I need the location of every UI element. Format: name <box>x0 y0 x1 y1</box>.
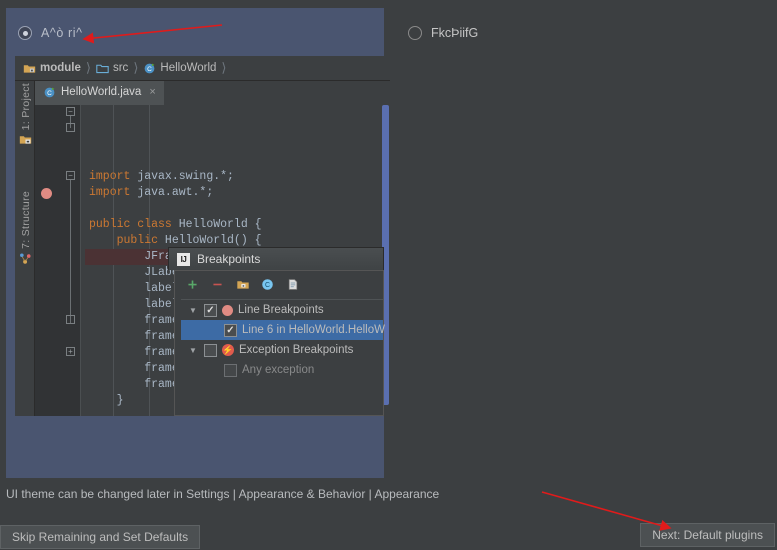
svg-text:C: C <box>47 89 52 96</box>
breakpoint-checkbox[interactable]: ✓ <box>224 363 237 377</box>
dark-theme-radio[interactable] <box>18 26 32 40</box>
copy-icon: C <box>262 278 273 290</box>
fold-end-icon[interactable] <box>66 123 75 132</box>
dark-theme-radio-row[interactable]: A^ò ri^ <box>18 26 83 40</box>
breakpoint-row-label: Line Breakpoints <box>238 304 324 316</box>
breakpoint-row-label: Any exception <box>242 364 315 376</box>
fold-region-line <box>70 180 71 323</box>
sidebar-item-structure-label: 7: Structure <box>19 191 32 249</box>
editor-gutter[interactable]: − − + <box>35 105 81 416</box>
code-line: public class HelloWorld { <box>85 217 390 233</box>
code-token: { <box>254 218 262 231</box>
code-line: import javax.swing.*; <box>85 169 390 185</box>
remove-breakpoint-button[interactable] <box>210 277 225 292</box>
breakpoint-row-label: Line 6 in HelloWorld.HelloW <box>242 324 385 336</box>
breadcrumb: module ⟩ src ⟩ C HelloWorld ⟩ <box>15 56 390 81</box>
plus-icon <box>188 279 197 289</box>
breakpoint-tree-row[interactable]: ✓ Any exception <box>181 360 383 380</box>
breakpoints-tree[interactable]: ▼ ✓ Line Breakpoints ✓ Line 6 in HelloWorld.… <box>181 299 385 415</box>
fold-minus-icon[interactable]: − <box>66 171 75 180</box>
toolwindow-strip: 1: Project 7: Structure <box>15 81 35 416</box>
breakpoint-tree-row[interactable]: ✓ Line 6 in HelloWorld.HelloW <box>181 320 385 340</box>
expand-collapse-icon[interactable]: ▼ <box>187 306 199 315</box>
breadcrumb-separator: ⟩ <box>221 60 227 75</box>
code-token: public <box>89 234 165 247</box>
theme-option-dark[interactable]: A^ò ri^ module ⟩ src ⟩ C HelloWorld ⟩ C … <box>0 0 390 486</box>
source-folder-icon <box>96 64 109 73</box>
setup-wizard-theme-page: A^ò ri^ module ⟩ src ⟩ C HelloWorld ⟩ C … <box>0 0 777 550</box>
code-token: javax.swing.*; <box>137 170 234 183</box>
svg-text:C: C <box>265 282 270 289</box>
breadcrumb-src-label: src <box>112 62 129 74</box>
breakpoint-checkbox[interactable]: ✓ <box>204 303 217 317</box>
editor-tab-label: HelloWorld.java <box>61 86 142 98</box>
theme-hint-text: UI theme can be changed later in Setting… <box>6 487 440 501</box>
breakpoint-checkbox[interactable]: ✓ <box>204 343 217 357</box>
fold-minus-icon[interactable]: − <box>66 107 75 116</box>
light-theme-radio[interactable] <box>408 26 422 40</box>
code-token: import <box>89 186 138 199</box>
java-class-icon: C <box>145 63 155 73</box>
breadcrumb-src[interactable]: src <box>96 62 128 75</box>
next-default-plugins-button[interactable]: Next: Default plugins <box>640 523 775 547</box>
editor-tab-helloworld[interactable]: C HelloWorld.java × <box>35 81 164 105</box>
breakpoint-tree-row[interactable]: ▼ ✓ Line Breakpoints <box>181 300 383 320</box>
breadcrumb-separator: ⟩ <box>133 60 139 75</box>
code-token: HelloWorld <box>178 218 255 231</box>
breadcrumb-class-label: HelloWorld <box>160 62 217 74</box>
exception-breakpoint-icon: ⚡ <box>222 344 234 356</box>
code-token: HelloWorld() { <box>164 234 262 247</box>
java-class-icon: C <box>44 87 55 97</box>
breakpoints-dialog-title: Breakpoints <box>197 252 261 266</box>
breakpoint-tree-row[interactable]: ▼ ✓ ⚡ Exception Breakpoints <box>181 340 383 360</box>
editor-tabbar: C HelloWorld.java × <box>15 81 390 105</box>
code-token: import <box>89 170 138 183</box>
breadcrumb-module[interactable]: module <box>23 62 81 75</box>
breadcrumb-separator: ⟩ <box>85 60 91 75</box>
fold-plus-icon[interactable]: + <box>66 347 75 356</box>
move-to-group-button[interactable] <box>235 277 250 292</box>
gutter-breakpoint-icon[interactable] <box>41 188 52 199</box>
module-folder-icon <box>23 64 36 73</box>
sidebar-item-structure[interactable]: 7: Structure <box>19 191 32 265</box>
breakpoints-dialog-titlebar[interactable]: IJ Breakpoints <box>168 247 384 270</box>
intellij-icon: IJ <box>177 252 190 266</box>
project-icon <box>19 136 32 144</box>
breadcrumb-class[interactable]: C HelloWorld <box>143 62 216 75</box>
light-theme-radio-row[interactable]: FkcÞiifG <box>408 26 478 40</box>
dark-theme-label: A^ò ri^ <box>41 26 83 40</box>
breakpoints-toolbar: C <box>175 271 383 297</box>
theme-option-light[interactable]: FkcÞiifG module ⟩ src ⟩ <box>390 0 777 486</box>
skip-remaining-button[interactable]: Skip Remaining and Set Defaults <box>0 525 201 549</box>
minus-icon <box>213 283 222 285</box>
breakpoint-checkbox[interactable]: ✓ <box>224 323 237 337</box>
code-token: } <box>89 394 124 407</box>
folder-icon <box>236 280 249 289</box>
expand-collapse-icon[interactable]: ▼ <box>187 346 199 355</box>
document-icon <box>288 278 297 290</box>
breakpoints-dialog-dark[interactable]: IJ Breakpoints C ▼ ✓ Line Breakpoints ✓ … <box>168 247 385 416</box>
fold-end-icon[interactable] <box>66 315 75 324</box>
add-breakpoint-button[interactable] <box>185 277 200 292</box>
code-token: public class <box>89 218 179 231</box>
breadcrumb-module-label: module <box>40 62 81 74</box>
breakpoint-row-label: Exception Breakpoints <box>239 344 354 356</box>
code-line: import java.awt.*; <box>85 185 390 201</box>
svg-text:C: C <box>148 65 153 72</box>
line-breakpoint-icon <box>222 304 233 316</box>
code-token: java.awt.*; <box>137 186 214 199</box>
sidebar-item-project[interactable]: 1: Project <box>19 83 32 146</box>
edit-description-button[interactable] <box>285 277 300 292</box>
close-icon[interactable]: × <box>149 86 155 98</box>
light-theme-label: FkcÞiifG <box>431 26 479 40</box>
copy-breakpoint-button[interactable]: C <box>260 277 275 292</box>
structure-icon <box>20 253 31 264</box>
breakpoints-dialog-body: C ▼ ✓ Line Breakpoints ✓ Line 6 in HelloWorl… <box>174 270 385 416</box>
sidebar-item-project-label: 1: Project <box>19 83 32 131</box>
